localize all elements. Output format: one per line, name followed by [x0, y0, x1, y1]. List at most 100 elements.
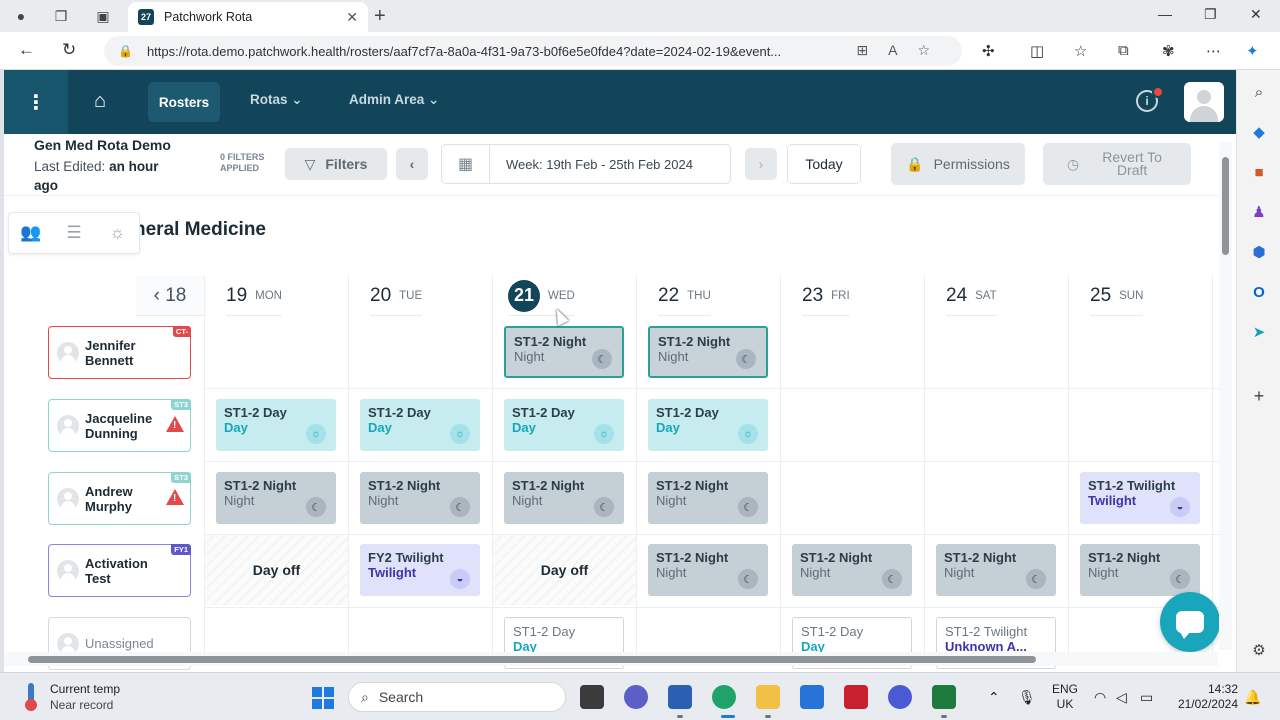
day-header-thu: 22 THU [658, 276, 711, 316]
nav-rosters[interactable]: Rosters [148, 82, 220, 122]
new-tab-icon[interactable]: + [374, 5, 386, 28]
shift-card[interactable]: ST1-2 Night Night ☾ [360, 472, 480, 524]
outlook-icon[interactable]: O [1249, 282, 1269, 302]
weather-line-1[interactable]: Current temp [50, 682, 120, 696]
collections-icon[interactable]: ⧉ [1118, 42, 1129, 59]
shift-card[interactable]: ST1-2 Day Day ☼ [360, 399, 480, 451]
day-off-cell[interactable]: Day off [493, 535, 636, 605]
copilot-icon[interactable]: ✦ [1246, 42, 1259, 60]
last-name: Dunning [85, 425, 138, 441]
project-icon[interactable] [932, 685, 956, 709]
rows-view-icon[interactable]: ☰ [52, 213, 95, 253]
shift-card[interactable]: ST1-2 Night Night ☾ [1080, 544, 1200, 596]
microsoft-365-icon[interactable]: ⬢ [1249, 242, 1269, 262]
scroll-thumb[interactable] [1222, 157, 1229, 255]
filters-button[interactable]: ▽ Filters [285, 148, 387, 180]
split-screen-icon[interactable]: ◫ [1030, 42, 1044, 60]
task-view-icon[interactable] [580, 685, 604, 709]
language-indicator[interactable]: ENG UK [1052, 682, 1078, 712]
person-jacqueline-dunning[interactable]: Jacqueline Dunning ST3 ! [48, 399, 191, 452]
close-window-icon[interactable]: ✕ [1250, 6, 1262, 23]
taskbar-search[interactable]: ⌕ Search [348, 682, 566, 712]
favorites-icon[interactable]: ☆ [1074, 42, 1087, 60]
address-bar-icons[interactable]: ⊞A☆ [856, 42, 950, 59]
wifi-icon[interactable]: ◠ [1094, 689, 1106, 706]
week-picker[interactable]: ▦ Week: 19th Feb - 25th Feb 2024 [441, 144, 731, 184]
nav-admin-area[interactable]: Admin Area ⌄ [349, 92, 439, 108]
tab-actions-icon[interactable]: ▣ [92, 6, 114, 26]
minimize-icon[interactable]: — [1158, 6, 1172, 22]
more-options-icon[interactable]: ⋯ [1206, 42, 1221, 60]
user-avatar[interactable] [1184, 82, 1224, 122]
warning-icon[interactable]: ! [166, 489, 184, 505]
vertical-scrollbar[interactable] [1219, 142, 1232, 650]
weather-line-2[interactable]: Near record [50, 698, 113, 712]
person-activation-test[interactable]: Activation Test FY1 [48, 544, 191, 597]
word-icon[interactable] [668, 685, 692, 709]
battery-icon[interactable]: ▭ [1140, 689, 1153, 706]
send-icon[interactable]: ➤ [1249, 322, 1269, 342]
extensions-icon[interactable]: ✣ [982, 42, 995, 60]
windows-start-icon[interactable] [312, 687, 334, 709]
chevron-up-icon[interactable]: ⌃ [988, 689, 1000, 706]
person-jennifer-bennett[interactable]: Jennifer Bennett CT- [48, 326, 191, 379]
tag-icon[interactable]: ◆ [1249, 122, 1269, 142]
chat-support-button[interactable] [1160, 592, 1220, 652]
refresh-icon[interactable]: ↻ [62, 40, 76, 60]
shift-card[interactable]: ST1-2 Day Day ☼ [504, 399, 624, 451]
add-icon[interactable]: + [1249, 386, 1269, 406]
teams-icon[interactable] [624, 685, 648, 709]
system-clock[interactable]: 14:32 21/02/2024 [1174, 682, 1238, 712]
next-week-button[interactable]: › [745, 148, 777, 180]
settings-gear-icon[interactable]: ⚙ [1249, 640, 1269, 660]
day-off-cell[interactable]: Day off [205, 535, 348, 605]
search-icon[interactable]: ⌕ [1249, 82, 1269, 102]
shift-card[interactable]: ST1-2 Night Night ☾ [936, 544, 1056, 596]
app-icon[interactable] [888, 685, 912, 709]
browser-tab-active[interactable]: 27 Patchwork Rota ✕ [128, 2, 368, 32]
shift-card[interactable]: ST1-2 Day Day ☼ [216, 399, 336, 451]
person-andrew-murphy[interactable]: Andrew Murphy ST3 ! [48, 472, 191, 525]
shift-card[interactable]: ST1-2 Night Night ☾ [648, 544, 768, 596]
shift-card[interactable]: ST1-2 Night Night ☾ [792, 544, 912, 596]
shift-card[interactable]: FY2 Twilight Twilight ◒ [360, 544, 480, 596]
shift-card[interactable]: ST1-2 Twilight Twilight ◒ [1080, 472, 1200, 524]
edge-icon[interactable] [712, 685, 736, 709]
extension-icon[interactable]: ✾ [1162, 42, 1175, 60]
warning-icon[interactable]: ! [166, 416, 184, 432]
notification-bell-icon[interactable]: 🔔 [1244, 689, 1261, 706]
shift-card[interactable]: ST1-2 Night Night ☾ [504, 326, 624, 378]
sunrise-view-icon[interactable]: ☼ [96, 213, 139, 253]
home-icon[interactable]: ⌂ [94, 90, 106, 113]
shift-card[interactable]: ST1-2 Night Night ☾ [648, 326, 768, 378]
url-field[interactable]: 🔒 https://rota.demo.patchwork.health/ros… [104, 36, 962, 66]
scroll-thumb[interactable] [28, 656, 1036, 663]
games-icon[interactable]: ♟ [1249, 202, 1269, 222]
horizontal-scrollbar[interactable] [4, 652, 1218, 666]
microphone-icon[interactable]: 🎙 [1018, 689, 1036, 706]
chevron-left-icon: ‹ [153, 284, 160, 306]
menu-dots-icon[interactable]: ⋮ [4, 70, 68, 134]
revert-to-draft-button[interactable]: ◷ Revert To Draft [1043, 143, 1191, 185]
shift-card[interactable]: ST1-2 Day Day ☼ [648, 399, 768, 451]
store-icon[interactable] [800, 685, 824, 709]
prev-week-button[interactable]: ‹ [396, 148, 428, 180]
security-app-icon[interactable] [844, 685, 868, 709]
profile-icon[interactable]: ● [10, 6, 32, 26]
restore-icon[interactable]: ❐ [1204, 6, 1217, 23]
shift-card[interactable]: ST1-2 Night Night ☾ [216, 472, 336, 524]
volume-icon[interactable]: ◁ [1116, 689, 1127, 706]
file-explorer-icon[interactable] [756, 685, 780, 709]
shift-card[interactable]: ST1-2 Night Night ☾ [504, 472, 624, 524]
toolbox-icon[interactable]: ■ [1249, 162, 1269, 182]
close-tab-icon[interactable]: ✕ [346, 9, 358, 26]
workspaces-icon[interactable]: ❐ [50, 6, 72, 26]
thermometer-icon[interactable] [22, 683, 40, 711]
permissions-button[interactable]: 🔒 Permissions [891, 143, 1025, 185]
today-button[interactable]: Today [787, 144, 861, 184]
prev-day-button[interactable]: ‹ 18 [136, 276, 204, 316]
people-view-icon[interactable]: 👥 [9, 213, 52, 253]
shift-card[interactable]: ST1-2 Night Night ☾ [648, 472, 768, 524]
nav-rotas[interactable]: Rotas ⌄ [250, 92, 303, 108]
back-arrow-icon[interactable]: ← [18, 40, 35, 60]
